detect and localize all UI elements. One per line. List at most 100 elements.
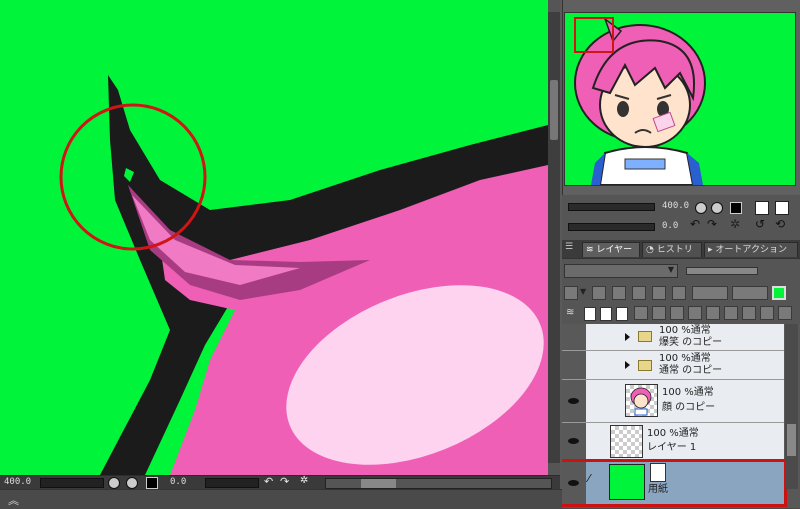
- navigator-zoom-in-icon[interactable]: [711, 202, 723, 214]
- new-layer-folder-icon[interactable]: [616, 307, 628, 321]
- combine-icon[interactable]: [742, 306, 756, 320]
- canvas-artwork: [0, 0, 548, 475]
- eye-column: [562, 324, 586, 350]
- fit-view-icon[interactable]: [146, 477, 158, 489]
- tab-layer-label: レイヤー: [596, 245, 633, 255]
- rotate-right-icon[interactable]: ↷: [280, 475, 289, 488]
- navigator-character-thumbnail: [565, 13, 795, 185]
- blend-mode-dropdown[interactable]: ▼: [564, 264, 678, 278]
- navigator-zoom-value: 400.0: [662, 201, 690, 211]
- eye-column: [562, 423, 586, 459]
- transfer-icon[interactable]: [706, 306, 720, 320]
- eye-column: [562, 351, 586, 379]
- zoom-value: 400.0: [4, 477, 32, 487]
- highlight-box: [562, 459, 787, 507]
- panel-menu-icon[interactable]: ☰: [565, 242, 573, 252]
- layer-mode: 100 %通常: [662, 387, 714, 398]
- eye-column: [562, 380, 586, 422]
- scroll-thumb[interactable]: [550, 80, 558, 140]
- flip-horizontal-icon[interactable]: [755, 201, 769, 215]
- expression-chevron-icon[interactable]: ▼: [580, 287, 586, 296]
- navigator-controls: 400.0 0.0 ↶ ↷ ✲ ↺ ⟲: [562, 195, 800, 240]
- panel-tab-bar: ☰ ≋ レイヤー ◔ ヒストリー ▸ オートアクション: [562, 240, 800, 270]
- zoom-in-icon[interactable]: [126, 477, 138, 489]
- layer-property-toolbar: ▼ ▼ ≋: [562, 258, 800, 325]
- copy-layer-icon[interactable]: [724, 306, 738, 320]
- layer-color-swatch[interactable]: [772, 286, 786, 300]
- navigator-zoom-slider[interactable]: [568, 203, 655, 211]
- new-vector-layer-icon[interactable]: [600, 307, 612, 321]
- lock-transparent-icon[interactable]: [652, 286, 666, 300]
- scroll-down-arrow[interactable]: [548, 463, 560, 475]
- layer-name: 顔 のコピー: [662, 402, 716, 413]
- history-tab-icon: ◔: [646, 245, 654, 255]
- layer-item[interactable]: 100 %通常 顔 のコピー: [562, 380, 784, 423]
- opacity-slider[interactable]: [686, 267, 758, 275]
- delete-layer-icon[interactable]: [778, 306, 792, 320]
- zoom-slider[interactable]: [40, 478, 104, 488]
- layer-menu-icon[interactable]: ≋: [566, 307, 574, 318]
- rotate-left-icon[interactable]: ↶: [264, 475, 273, 488]
- layer-tab-icon: ≋: [586, 245, 594, 255]
- draft-layer-icon[interactable]: [732, 286, 768, 300]
- reference-layer-icon[interactable]: [692, 286, 728, 300]
- visibility-eye-icon[interactable]: [568, 398, 579, 404]
- zoom-out-icon[interactable]: [108, 477, 120, 489]
- folder-icon: [638, 331, 652, 342]
- visibility-eye-icon[interactable]: [568, 438, 579, 444]
- horizontal-scrollbar[interactable]: [325, 478, 552, 489]
- expression-color-icon[interactable]: [564, 286, 578, 300]
- layer-scroll-thumb[interactable]: [787, 424, 796, 456]
- layer-name: 爆笑 のコピー: [659, 337, 723, 348]
- layer-thumbnail: [610, 425, 643, 458]
- navigator-preview[interactable]: [564, 12, 796, 186]
- reset-rotation-icon[interactable]: ✲: [300, 475, 308, 486]
- layer-list-scrollbar[interactable]: [785, 324, 798, 489]
- tab-layer[interactable]: ≋ レイヤー: [582, 242, 640, 257]
- layer-item[interactable]: 100 %通常 通常 のコピー: [562, 351, 784, 380]
- layer-list: 100 %通常 爆笑 のコピー 100 %通常 通常 のコピー 100 %通常 …: [562, 324, 800, 508]
- layer-item[interactable]: 100 %通常 レイヤー 1: [562, 423, 784, 460]
- new-raster-layer-icon[interactable]: [584, 307, 596, 321]
- layer-mode: 100 %通常: [659, 325, 711, 336]
- tab-auto-action[interactable]: ▸ オートアクション: [704, 242, 798, 257]
- navigator-rotation-slider[interactable]: [568, 223, 655, 231]
- lock-icon[interactable]: [632, 286, 646, 300]
- link-icon[interactable]: [592, 286, 606, 300]
- layer-item[interactable]: 100 %通常 爆笑 のコピー: [562, 324, 784, 351]
- pen-reference-icon[interactable]: [612, 286, 626, 300]
- navigator-rotate-right-icon[interactable]: ↷: [707, 217, 717, 231]
- navigator-reset-icon[interactable]: ⟲: [775, 217, 785, 231]
- face-thumbnail-icon: [630, 387, 652, 416]
- layer-mode: 100 %通常: [659, 353, 711, 364]
- layer-name: レイヤー 1: [647, 442, 697, 453]
- scroll-up-arrow[interactable]: [548, 0, 560, 12]
- folder-expand-icon[interactable]: [625, 361, 630, 369]
- mask-icon[interactable]: [652, 306, 666, 320]
- tab-history[interactable]: ◔ ヒストリー: [642, 242, 702, 270]
- canvas-view[interactable]: [0, 0, 549, 475]
- folder-icon: [638, 360, 652, 371]
- chevron-down-icon: ▼: [667, 265, 674, 274]
- layer-mode: 100 %通常: [647, 428, 699, 439]
- move-up-icon[interactable]: [688, 306, 702, 320]
- navigator-rotate-left-icon[interactable]: ↶: [690, 217, 700, 231]
- navigator-fit-icon[interactable]: [730, 202, 742, 214]
- rotation-slider[interactable]: [205, 478, 259, 488]
- layer-name: 通常 のコピー: [659, 365, 723, 376]
- canvas-status-bar: 400.0 0.0 ↶ ↷ ✲: [0, 475, 560, 490]
- navigator-zoom-out-icon[interactable]: [695, 202, 707, 214]
- tab-auto-action-label: オートアクション: [715, 245, 787, 255]
- navigator-flip-rotate-icon[interactable]: ↺: [755, 217, 765, 231]
- move-down-icon[interactable]: [670, 306, 684, 320]
- folder-expand-icon[interactable]: [625, 333, 630, 341]
- auto-action-tab-icon: ▸: [708, 245, 713, 255]
- apply-mask-icon[interactable]: [760, 306, 774, 320]
- canvas-vertical-scrollbar[interactable]: [548, 0, 560, 475]
- clip-icon[interactable]: [672, 286, 686, 300]
- expand-panel-icon[interactable]: ︽: [8, 492, 19, 508]
- navigator-reset-rotation-icon[interactable]: ✲: [730, 217, 740, 231]
- merge-layer-icon[interactable]: [634, 306, 648, 320]
- horizontal-scroll-thumb[interactable]: [361, 479, 396, 488]
- flip-vertical-icon[interactable]: [775, 201, 789, 215]
